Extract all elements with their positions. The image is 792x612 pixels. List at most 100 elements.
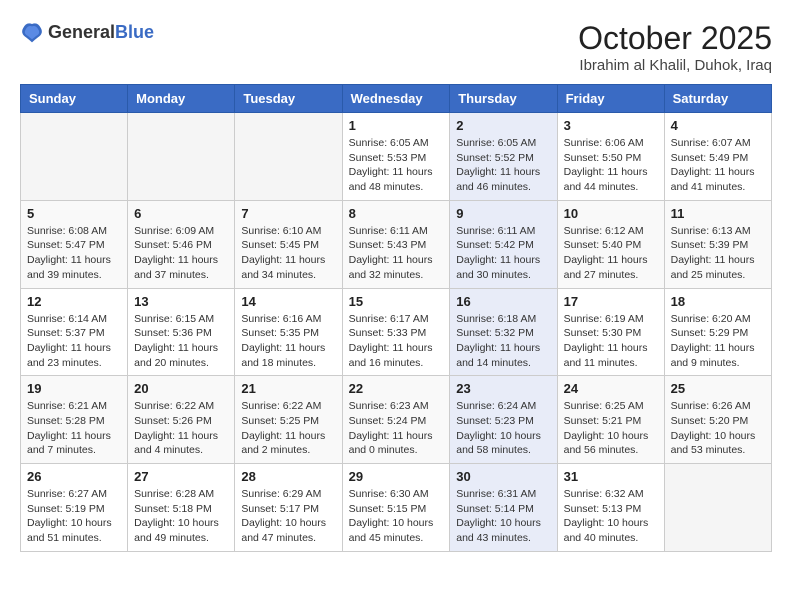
calendar-day-cell: 17 Sunrise: 6:19 AMSunset: 5:30 PMDayligh… — [557, 288, 664, 376]
day-info: Sunrise: 6:30 AMSunset: 5:15 PMDaylight:… — [349, 487, 444, 546]
calendar-day-cell: 27 Sunrise: 6:28 AMSunset: 5:18 PMDayligh… — [128, 464, 235, 552]
day-number: 19 — [27, 381, 121, 396]
weekday-header: Tuesday — [235, 85, 342, 113]
day-number: 30 — [456, 469, 550, 484]
calendar-day-cell: 4Sunrise: 6:07 AMSunset: 5:49 PMDaylight… — [664, 113, 771, 201]
weekday-header: Friday — [557, 85, 664, 113]
day-info: Sunrise: 6:05 AMSunset: 5:52 PMDaylight:… — [456, 136, 550, 195]
day-info: Sunrise: 6:11 AMSunset: 5:43 PMDaylight:… — [349, 224, 444, 283]
day-info: Sunrise: 6:09 AMSunset: 5:46 PMDaylight:… — [134, 224, 228, 283]
calendar-day-cell: 31 Sunrise: 6:32 AMSunset: 5:13 PMDayligh… — [557, 464, 664, 552]
logo: GeneralBlue — [20, 20, 154, 44]
day-info: Sunrise: 6:23 AMSunset: 5:24 PMDaylight:… — [349, 399, 444, 458]
day-number: 26 — [27, 469, 121, 484]
calendar-day-cell: 30 Sunrise: 6:31 AMSunset: 5:14 PMDayligh… — [450, 464, 557, 552]
calendar-day-cell — [128, 113, 235, 201]
calendar-day-cell: 23Sunrise: 6:24 AMSunset: 5:23 PMDayligh… — [450, 376, 557, 464]
calendar-day-cell — [664, 464, 771, 552]
day-info: Sunrise: 6:19 AMSunset: 5:30 PMDaylight:… — [564, 312, 658, 371]
calendar-day-cell: 21Sunrise: 6:22 AMSunset: 5:25 PMDayligh… — [235, 376, 342, 464]
day-info: Sunrise: 6:11 AMSunset: 5:42 PMDaylight:… — [456, 224, 550, 283]
calendar-day-cell: 22 Sunrise: 6:23 AMSunset: 5:24 PMDayligh… — [342, 376, 450, 464]
calendar-week-row: 26 Sunrise: 6:27 AMSunset: 5:19 PMDayligh… — [21, 464, 772, 552]
day-number: 4 — [671, 118, 765, 133]
day-number: 9 — [456, 206, 550, 221]
day-info: Sunrise: 6:28 AMSunset: 5:18 PMDaylight:… — [134, 487, 228, 546]
calendar-day-cell: 3Sunrise: 6:06 AMSunset: 5:50 PMDaylight… — [557, 113, 664, 201]
day-number: 16 — [456, 294, 550, 309]
calendar-day-cell: 28 Sunrise: 6:29 AMSunset: 5:17 PMDayligh… — [235, 464, 342, 552]
calendar-day-cell: 29 Sunrise: 6:30 AMSunset: 5:15 PMDayligh… — [342, 464, 450, 552]
calendar-day-cell: 18 Sunrise: 6:20 AMSunset: 5:29 PMDayligh… — [664, 288, 771, 376]
calendar-day-cell: 8 Sunrise: 6:11 AMSunset: 5:43 PMDaylight… — [342, 200, 450, 288]
day-number: 29 — [349, 469, 444, 484]
calendar-day-cell: 9 Sunrise: 6:11 AMSunset: 5:42 PMDaylight… — [450, 200, 557, 288]
day-number: 6 — [134, 206, 228, 221]
day-number: 5 — [27, 206, 121, 221]
day-number: 14 — [241, 294, 335, 309]
day-number: 28 — [241, 469, 335, 484]
calendar-day-cell: 14 Sunrise: 6:16 AMSunset: 5:35 PMDayligh… — [235, 288, 342, 376]
day-info: Sunrise: 6:16 AMSunset: 5:35 PMDaylight:… — [241, 312, 335, 371]
calendar-day-cell: 26 Sunrise: 6:27 AMSunset: 5:19 PMDayligh… — [21, 464, 128, 552]
calendar-week-row: 19 Sunrise: 6:21 AMSunset: 5:28 PMDayligh… — [21, 376, 772, 464]
day-number: 8 — [349, 206, 444, 221]
day-info: Sunrise: 6:26 AMSunset: 5:20 PMDaylight:… — [671, 399, 765, 458]
logo-text: GeneralBlue — [48, 22, 154, 43]
day-number: 27 — [134, 469, 228, 484]
calendar-week-row: 5Sunrise: 6:08 AMSunset: 5:47 PMDaylight… — [21, 200, 772, 288]
day-number: 20 — [134, 381, 228, 396]
day-number: 25 — [671, 381, 765, 396]
calendar-day-cell: 10 Sunrise: 6:12 AMSunset: 5:40 PMDayligh… — [557, 200, 664, 288]
day-info: Sunrise: 6:12 AMSunset: 5:40 PMDaylight:… — [564, 224, 658, 283]
day-number: 18 — [671, 294, 765, 309]
calendar-day-cell: 11Sunrise: 6:13 AMSunset: 5:39 PMDayligh… — [664, 200, 771, 288]
calendar-day-cell: 12Sunrise: 6:14 AMSunset: 5:37 PMDayligh… — [21, 288, 128, 376]
day-info: Sunrise: 6:21 AMSunset: 5:28 PMDaylight:… — [27, 399, 121, 458]
calendar-day-cell: 2 Sunrise: 6:05 AMSunset: 5:52 PMDaylight… — [450, 113, 557, 201]
calendar-day-cell: 1Sunrise: 6:05 AMSunset: 5:53 PMDaylight… — [342, 113, 450, 201]
day-number: 10 — [564, 206, 658, 221]
day-info: Sunrise: 6:29 AMSunset: 5:17 PMDaylight:… — [241, 487, 335, 546]
calendar-day-cell: 7 Sunrise: 6:10 AMSunset: 5:45 PMDaylight… — [235, 200, 342, 288]
day-info: Sunrise: 6:31 AMSunset: 5:14 PMDaylight:… — [456, 487, 550, 546]
day-info: Sunrise: 6:17 AMSunset: 5:33 PMDaylight:… — [349, 312, 444, 371]
day-info: Sunrise: 6:20 AMSunset: 5:29 PMDaylight:… — [671, 312, 765, 371]
weekday-header: Sunday — [21, 85, 128, 113]
location: Ibrahim al Khalil, Duhok, Iraq — [578, 57, 772, 74]
calendar-day-cell — [21, 113, 128, 201]
day-info: Sunrise: 6:22 AMSunset: 5:26 PMDaylight:… — [134, 399, 228, 458]
day-info: Sunrise: 6:18 AMSunset: 5:32 PMDaylight:… — [456, 312, 550, 371]
calendar-table: SundayMondayTuesdayWednesdayThursdayFrid… — [20, 84, 772, 552]
day-info: Sunrise: 6:10 AMSunset: 5:45 PMDaylight:… — [241, 224, 335, 283]
day-info: Sunrise: 6:27 AMSunset: 5:19 PMDaylight:… — [27, 487, 121, 546]
day-number: 15 — [349, 294, 444, 309]
day-number: 17 — [564, 294, 658, 309]
day-number: 24 — [564, 381, 658, 396]
calendar-day-cell: 15 Sunrise: 6:17 AMSunset: 5:33 PMDayligh… — [342, 288, 450, 376]
day-number: 7 — [241, 206, 335, 221]
calendar-day-cell: 20 Sunrise: 6:22 AMSunset: 5:26 PMDayligh… — [128, 376, 235, 464]
day-info: Sunrise: 6:14 AMSunset: 5:37 PMDaylight:… — [27, 312, 121, 371]
page-header: GeneralBlue October 2025 Ibrahim al Khal… — [20, 20, 772, 74]
weekday-header: Monday — [128, 85, 235, 113]
calendar-day-cell: 24 Sunrise: 6:25 AMSunset: 5:21 PMDayligh… — [557, 376, 664, 464]
calendar-day-cell: 5Sunrise: 6:08 AMSunset: 5:47 PMDaylight… — [21, 200, 128, 288]
day-number: 3 — [564, 118, 658, 133]
calendar-day-cell: 6 Sunrise: 6:09 AMSunset: 5:46 PMDaylight… — [128, 200, 235, 288]
day-info: Sunrise: 6:24 AMSunset: 5:23 PMDaylight:… — [456, 399, 550, 458]
calendar-day-cell — [235, 113, 342, 201]
calendar-week-row: 12Sunrise: 6:14 AMSunset: 5:37 PMDayligh… — [21, 288, 772, 376]
calendar-day-cell: 25 Sunrise: 6:26 AMSunset: 5:20 PMDayligh… — [664, 376, 771, 464]
day-number: 31 — [564, 469, 658, 484]
day-number: 22 — [349, 381, 444, 396]
day-number: 13 — [134, 294, 228, 309]
day-number: 21 — [241, 381, 335, 396]
title-block: October 2025 Ibrahim al Khalil, Duhok, I… — [578, 20, 772, 74]
day-info: Sunrise: 6:25 AMSunset: 5:21 PMDaylight:… — [564, 399, 658, 458]
calendar-header-row: SundayMondayTuesdayWednesdayThursdayFrid… — [21, 85, 772, 113]
day-number: 2 — [456, 118, 550, 133]
day-info: Sunrise: 6:32 AMSunset: 5:13 PMDaylight:… — [564, 487, 658, 546]
day-info: Sunrise: 6:15 AMSunset: 5:36 PMDaylight:… — [134, 312, 228, 371]
logo-icon — [20, 20, 44, 44]
